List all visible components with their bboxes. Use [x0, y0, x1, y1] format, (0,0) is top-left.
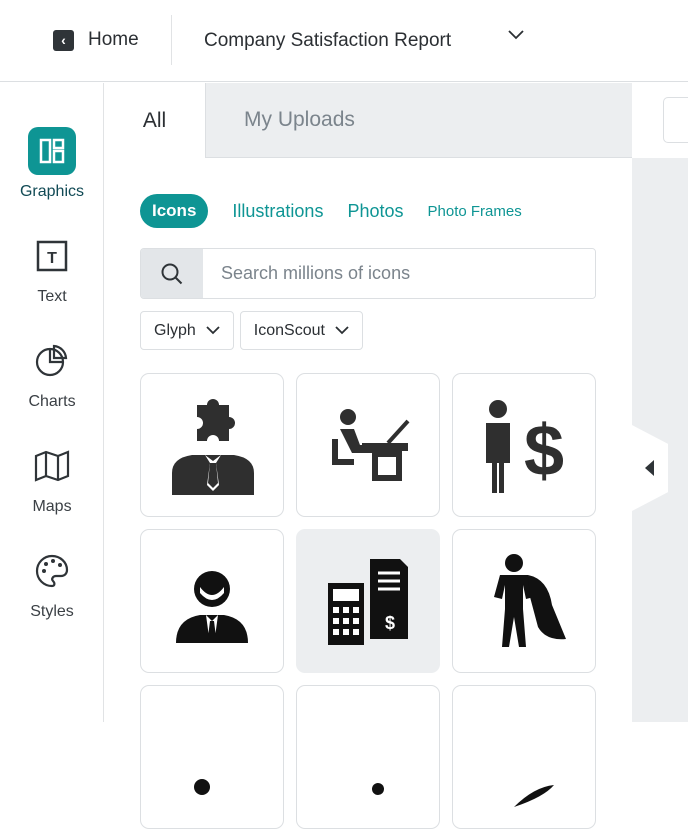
- svg-text:T: T: [47, 250, 57, 267]
- top-bar: ‹ Home Company Satisfaction Report: [0, 0, 688, 82]
- icon-results-grid: $ $: [140, 373, 596, 829]
- sidebar-label: Charts: [28, 393, 76, 410]
- chevron-down-icon: [206, 326, 220, 335]
- source-filter-dropdown[interactable]: IconScout: [239, 311, 363, 350]
- businessman-dollar-icon: $: [486, 400, 564, 493]
- sidebar-item-styles[interactable]: Styles: [0, 547, 104, 621]
- map-icon: [28, 442, 76, 490]
- search-bar: [140, 248, 596, 299]
- icon-result-partial[interactable]: [140, 685, 284, 829]
- search-icon[interactable]: [141, 249, 203, 298]
- businessman-avatar-icon: [176, 571, 248, 643]
- filter-label: Glyph: [154, 321, 196, 339]
- sidebar-item-graphics[interactable]: Graphics: [0, 127, 104, 201]
- search-input[interactable]: [203, 249, 595, 298]
- palette-icon: [28, 547, 76, 595]
- icon-result-calculator-invoice[interactable]: $: [296, 529, 440, 673]
- icon-result-businessman-dollar[interactable]: $: [452, 373, 596, 517]
- document-title[interactable]: Company Satisfaction Report: [204, 30, 451, 52]
- style-filter-dropdown[interactable]: Glyph: [140, 311, 234, 350]
- superhero-businessman-icon: [494, 554, 566, 647]
- sidebar-label: Styles: [30, 603, 74, 620]
- icon-result-superhero[interactable]: [452, 529, 596, 673]
- text-icon: T: [28, 232, 76, 280]
- sidebar-item-maps[interactable]: Maps: [0, 442, 104, 516]
- sidebar-label: Text: [37, 288, 67, 305]
- filters: Glyph IconScout: [140, 311, 363, 350]
- icon-result-desk-worker[interactable]: [296, 373, 440, 517]
- back-icon: ‹: [53, 29, 74, 51]
- category-icons[interactable]: Icons: [140, 194, 209, 228]
- tab-all[interactable]: All: [104, 83, 205, 158]
- svg-text:$: $: [385, 613, 395, 633]
- category-tabs: Icons Illustrations Photos Photo Frames: [140, 194, 546, 228]
- caret-left-icon: [645, 460, 654, 476]
- category-photo-frames[interactable]: Photo Frames: [428, 203, 522, 220]
- icon-result-partial[interactable]: [296, 685, 440, 829]
- graphics-icon: [28, 127, 76, 175]
- icon-result-businessman-avatar[interactable]: [140, 529, 284, 673]
- desk-worker-icon: [332, 409, 410, 481]
- sidebar-item-text[interactable]: T Text: [0, 232, 104, 306]
- home-label: Home: [88, 29, 139, 50]
- sidebar-item-charts[interactable]: Charts: [0, 337, 104, 411]
- tab-my-uploads[interactable]: My Uploads: [205, 83, 632, 158]
- left-sidebar: Graphics T Text Charts Maps Styles: [0, 83, 104, 722]
- calculator-invoice-icon: $: [328, 559, 408, 645]
- category-illustrations[interactable]: Illustrations: [232, 201, 323, 222]
- category-photos[interactable]: Photos: [347, 201, 403, 222]
- sidebar-label: Maps: [32, 498, 72, 515]
- graphics-panel: All My Uploads Icons Illustrations Photo…: [104, 83, 632, 829]
- icon-result-partial[interactable]: [452, 685, 596, 829]
- icon-result-puzzle-businessman[interactable]: [140, 373, 284, 517]
- divider: [171, 15, 172, 65]
- svg-text:$: $: [524, 411, 564, 491]
- home-button[interactable]: ‹ Home: [53, 29, 139, 51]
- sidebar-label: Graphics: [19, 183, 85, 200]
- filter-label: IconScout: [253, 321, 325, 339]
- puzzle-head-businessman-icon: [172, 399, 254, 495]
- canvas-toolbar-button[interactable]: [663, 97, 688, 143]
- pie-chart-icon: [28, 337, 76, 385]
- chevron-down-icon: [335, 326, 349, 335]
- chevron-down-icon[interactable]: [507, 28, 525, 46]
